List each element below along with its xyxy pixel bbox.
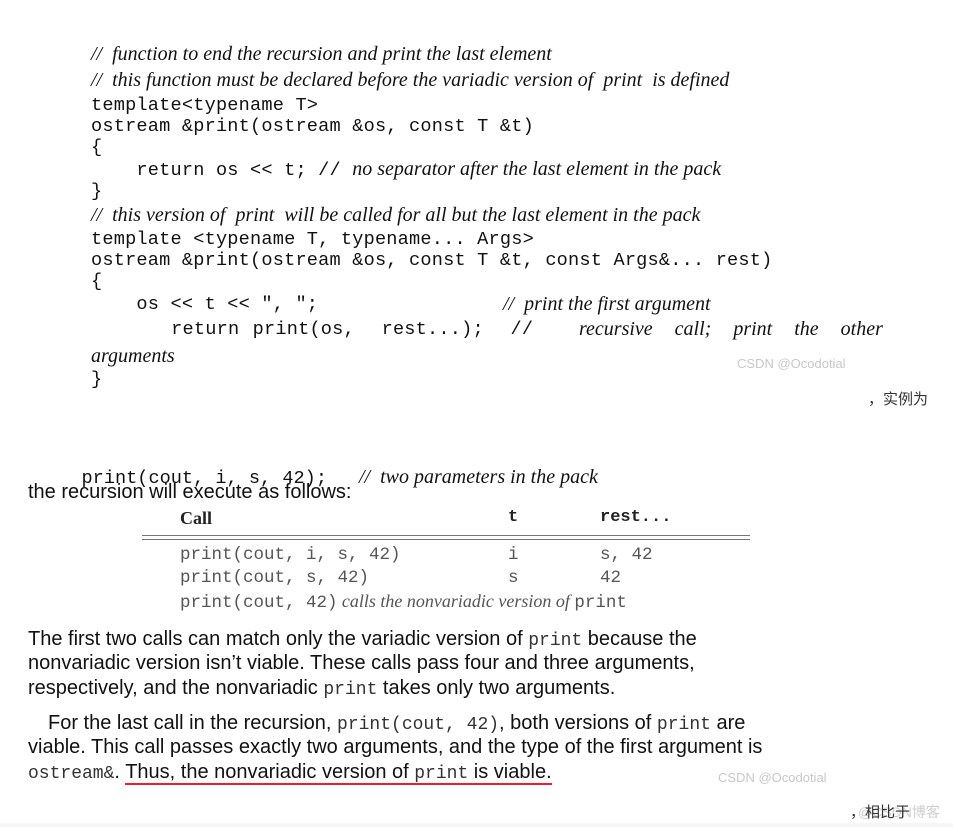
paragraph-line: For the last call in the recursion, prin… [48, 711, 745, 738]
text: Thus, the nonvariadic version of [125, 761, 415, 783]
table-header-rule [142, 539, 750, 540]
code-text: } [91, 369, 103, 390]
text: . [114, 761, 126, 783]
paragraph-line: respectively, and the nonvariadic print … [28, 676, 615, 703]
inline-chinese-text: ，实例为 [868, 390, 929, 408]
inline-code: print [656, 715, 711, 735]
text: viable. This call passes exactly two arg… [28, 736, 763, 758]
inline-code: print [414, 764, 469, 784]
code-line: } [72, 346, 102, 413]
cell-note: calls the nonvariadic version of [341, 591, 575, 611]
csdn-watermark: CSDN @Ocodotial [737, 356, 846, 371]
paragraph-line: ostream&. Thus, the nonvariadic version … [28, 760, 552, 787]
table-header-call: Call [180, 508, 213, 528]
inline-chinese-text: ，相比于 [850, 803, 911, 821]
cell-rest: s, 42 [600, 545, 653, 565]
cell-call: print(cout, s, 42) [180, 568, 370, 588]
cell-t: i [508, 545, 519, 565]
text: nonvariadic version isn’t viable. These … [28, 652, 695, 674]
code-text: return os << t; // [91, 160, 353, 181]
text: are [710, 712, 746, 734]
text: For the last call in the recursion, [48, 712, 338, 734]
inline-code: print [528, 631, 583, 651]
code-text: ostream &print(ostream &os, const T &t) [91, 116, 534, 137]
cell-call: print(cout, i, s, 42) [180, 545, 401, 565]
table-header-rest: rest... [600, 508, 672, 527]
example-call-comment: // two parameters in the pack [358, 466, 598, 488]
csdn-watermark: CSDN @Ocodotial [718, 770, 827, 785]
text: The first two calls can match only the v… [28, 628, 529, 650]
text: because the [582, 628, 697, 650]
paragraph-line: viable. This call passes exactly two arg… [28, 735, 762, 760]
comment-text: recursive call; print the other [579, 318, 883, 340]
cell-rest: 42 [600, 568, 622, 588]
inline-code: ostream& [28, 764, 115, 784]
comment-text: no separator after the last element in t… [352, 158, 722, 180]
comment-text: arguments [91, 345, 175, 367]
cell-call: print(cout, 42) [180, 593, 338, 613]
cell-t: s [508, 568, 519, 588]
text: , both versions of [499, 712, 657, 734]
code-text: ostream &print(ostream &os, const T &t, … [91, 250, 773, 271]
paragraph-line: nonvariadic version isn’t viable. These … [28, 651, 695, 676]
code-comment-inline: recursive call; print the other [560, 296, 883, 363]
table-header-t: t [508, 508, 519, 527]
table-header-rule [142, 535, 750, 536]
inline-code: print(cout, 42) [337, 715, 500, 735]
cell-call-note: print(cout, 42) calls the nonvariadic ve… [180, 591, 627, 613]
text: takes only two arguments. [377, 677, 616, 699]
highlighted-sentence: Thus, the nonvariadic version of print i… [125, 761, 552, 785]
paragraph-line: The first two calls can match only the v… [28, 627, 697, 654]
text: respectively, and the nonvariadic [28, 677, 324, 699]
intro-text: the recursion will execute as follows: [28, 481, 352, 503]
text: is viable. [468, 761, 552, 783]
bottom-band [0, 823, 953, 827]
inline-code: print [323, 680, 378, 700]
cell-note-code: print [574, 593, 627, 613]
